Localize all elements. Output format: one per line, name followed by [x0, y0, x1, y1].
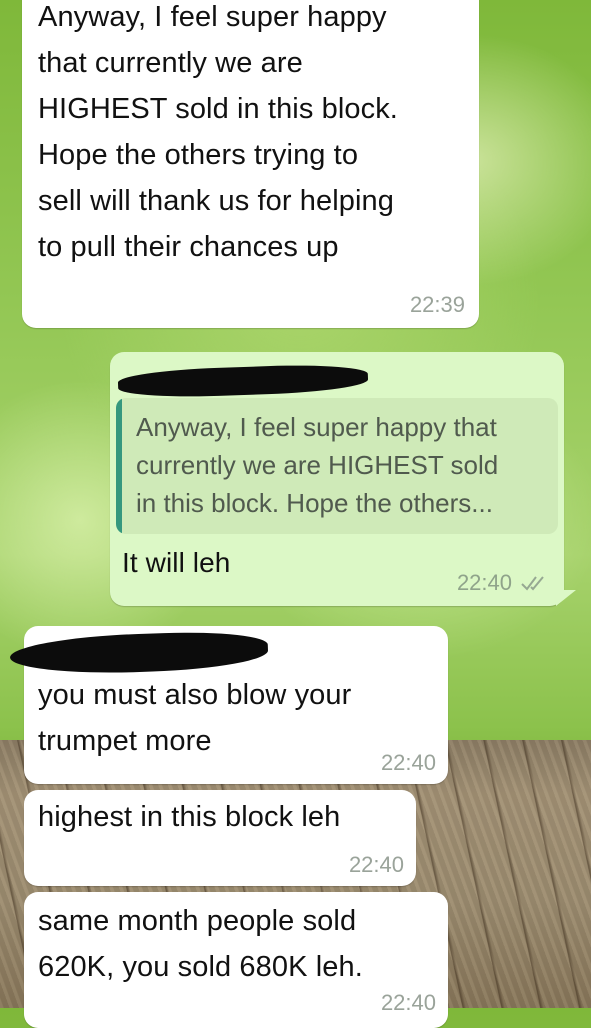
- bubble-tail: [556, 590, 576, 606]
- message-bubble-incoming[interactable]: Anyway, I feel super happy that currentl…: [22, 0, 479, 328]
- message-timestamp: 22:40: [380, 990, 436, 1015]
- message-bubble-incoming[interactable]: highest in this block leh 22:40: [24, 790, 416, 886]
- message-timestamp: 22:39: [409, 292, 465, 317]
- message-bubble-incoming[interactable]: you must also blow your trumpet more 22:…: [9, 626, 448, 784]
- redacted-sender-name: [117, 362, 369, 400]
- message-timestamp: 22:40: [348, 852, 404, 877]
- quote-bar: [116, 398, 122, 534]
- quoted-text: Anyway, I feel super happy that currentl…: [136, 412, 499, 518]
- message-text: Anyway, I feel super happy that currentl…: [38, 1, 398, 263]
- message-timestamp: 22:40: [456, 570, 512, 595]
- double-check-icon: [521, 576, 544, 591]
- message-text: It will leh: [122, 547, 231, 578]
- quoted-message[interactable]: Anyway, I feel super happy that currentl…: [116, 398, 558, 534]
- message-text: same month people sold 620K, you sold 68…: [38, 905, 363, 983]
- redacted-sender-name: [9, 629, 269, 677]
- message-text: you must also blow your trumpet more: [38, 679, 352, 757]
- message-timestamp: 22:40: [380, 750, 436, 775]
- message-bubble-outgoing[interactable]: Anyway, I feel super happy that currentl…: [110, 352, 564, 606]
- message-text: highest in this block leh: [38, 801, 341, 833]
